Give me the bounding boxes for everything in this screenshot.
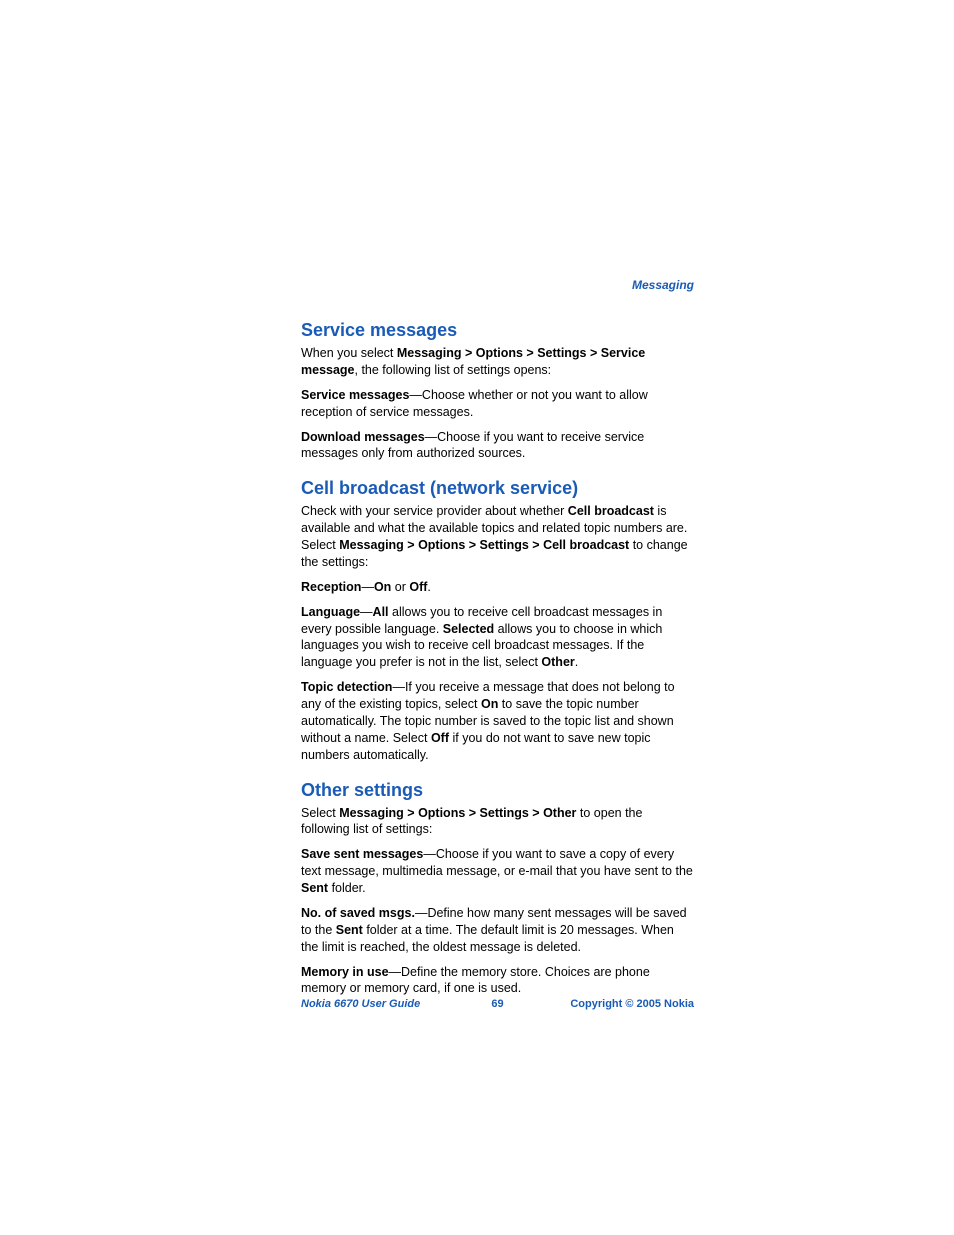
text: . bbox=[575, 655, 578, 669]
text: — bbox=[361, 580, 374, 594]
paragraph: Service messages—Choose whether or not y… bbox=[301, 387, 694, 421]
text: — bbox=[360, 605, 373, 619]
footer-copyright: Copyright © 2005 Nokia bbox=[570, 998, 694, 1010]
paragraph: Topic detection—If you receive a message… bbox=[301, 679, 694, 763]
bold-text: Cell broadcast bbox=[568, 504, 654, 518]
bold-text: Messaging > Options > Settings > Other bbox=[339, 806, 576, 820]
bold-text: Messaging > Options > Settings > Cell br… bbox=[339, 538, 629, 552]
heading-other-settings: Other settings bbox=[301, 780, 694, 801]
text: When you select bbox=[301, 346, 397, 360]
footer-page-number: 69 bbox=[491, 998, 503, 1010]
bold-text: All bbox=[373, 605, 389, 619]
text: Check with your service provider about w… bbox=[301, 504, 568, 518]
bold-text: Selected bbox=[443, 622, 494, 636]
bold-text: Service messages bbox=[301, 388, 409, 402]
bold-text: Save sent messages bbox=[301, 847, 423, 861]
text: , the following list of settings opens: bbox=[355, 363, 552, 377]
document-page: Messaging Service messages When you sele… bbox=[0, 0, 954, 1235]
bold-text: Sent bbox=[301, 881, 328, 895]
bold-text: Reception bbox=[301, 580, 361, 594]
bold-text: Topic detection bbox=[301, 680, 392, 694]
bold-text: Off bbox=[431, 731, 449, 745]
page-footer: Nokia 6670 User Guide 69 Copyright © 200… bbox=[301, 998, 694, 1010]
paragraph: Download messages—Choose if you want to … bbox=[301, 429, 694, 463]
bold-text: No. of saved msgs. bbox=[301, 906, 415, 920]
paragraph: Select Messaging > Options > Settings > … bbox=[301, 805, 694, 839]
footer-guide-name: Nokia 6670 User Guide bbox=[301, 998, 420, 1010]
paragraph: Language—All allows you to receive cell … bbox=[301, 604, 694, 672]
bold-text: Download messages bbox=[301, 430, 425, 444]
page-content: Service messages When you select Messagi… bbox=[301, 278, 694, 997]
text: Select bbox=[301, 806, 339, 820]
bold-text: On bbox=[374, 580, 391, 594]
bold-text: Language bbox=[301, 605, 360, 619]
paragraph: Memory in use—Define the memory store. C… bbox=[301, 964, 694, 998]
text: folder. bbox=[328, 881, 366, 895]
heading-cell-broadcast: Cell broadcast (network service) bbox=[301, 478, 694, 499]
paragraph: When you select Messaging > Options > Se… bbox=[301, 345, 694, 379]
heading-service-messages: Service messages bbox=[301, 320, 694, 341]
bold-text: Sent bbox=[336, 923, 363, 937]
paragraph: No. of saved msgs.—Define how many sent … bbox=[301, 905, 694, 956]
paragraph: Reception—On or Off. bbox=[301, 579, 694, 596]
bold-text: On bbox=[481, 697, 498, 711]
text: . bbox=[427, 580, 430, 594]
bold-text: Memory in use bbox=[301, 965, 389, 979]
text: or bbox=[391, 580, 409, 594]
bold-text: Off bbox=[409, 580, 427, 594]
bold-text: Other bbox=[541, 655, 574, 669]
paragraph: Save sent messages—Choose if you want to… bbox=[301, 846, 694, 897]
section-header: Messaging bbox=[632, 278, 694, 292]
paragraph: Check with your service provider about w… bbox=[301, 503, 694, 571]
